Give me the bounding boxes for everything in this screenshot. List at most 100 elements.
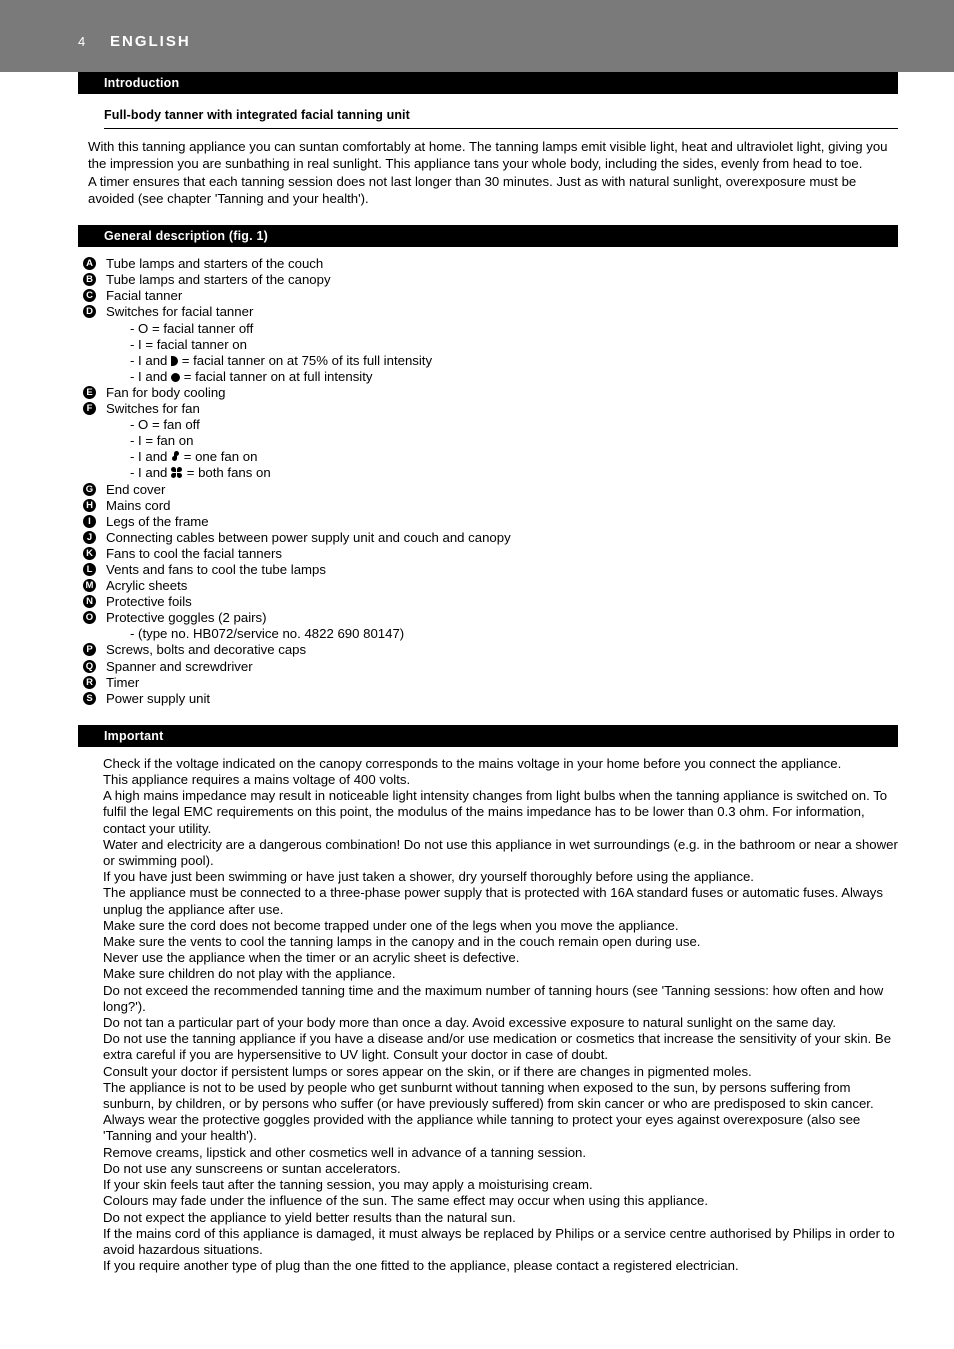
introduction-paragraph-2: A timer ensures that each tanning sessio… bbox=[88, 173, 857, 206]
list-item-label: Switches for fan bbox=[106, 401, 200, 417]
list-sub-item: - I = facial tanner on bbox=[78, 337, 898, 353]
list-sub-item: - O = facial tanner off bbox=[78, 321, 898, 337]
list-item: S Power supply unit bbox=[78, 691, 898, 707]
list-sub-item-text: - I and bbox=[130, 465, 172, 481]
list-item: I Legs of the frame bbox=[78, 514, 898, 530]
list-sub-item-text-tail: = facial tanner on at 75% of its full in… bbox=[178, 352, 433, 368]
list-bullet-letter: N bbox=[83, 595, 96, 609]
list-item: N Protective foils bbox=[78, 594, 898, 610]
introduction-divider bbox=[104, 128, 898, 129]
list-bullet-letter: S bbox=[83, 691, 96, 705]
list-bullet-letter: K bbox=[83, 546, 96, 560]
list-sub-item-text: - (type no. HB072/service no. 4822 690 8… bbox=[130, 626, 405, 642]
section-bar-important: Important bbox=[78, 724, 898, 747]
general-description-list: A Tube lamps and starters of the couch B Tu… bbox=[78, 256, 898, 707]
list-item-label: Facial tanner bbox=[106, 288, 183, 304]
section-bar-introduction: Introduction bbox=[78, 72, 898, 94]
important-item: Do not exceed the recommended tanning ti… bbox=[103, 982, 884, 1014]
list-bullet-letter: E bbox=[83, 385, 96, 399]
list-sub-item-text: - O = facial tanner off bbox=[130, 320, 254, 336]
important-item: Do not tan a particular part of your bod… bbox=[103, 1015, 837, 1031]
list-item: R Timer bbox=[78, 675, 898, 691]
list-item-label: Tube lamps and starters of the canopy bbox=[106, 272, 331, 288]
language-title: ENGLISH bbox=[110, 33, 191, 50]
list-item-label: Screws, bolts and decorative caps bbox=[106, 642, 307, 658]
page-content: Introduction Full-body tanner with integ… bbox=[0, 72, 954, 1274]
list-item-label: Fans to cool the facial tanners bbox=[106, 545, 282, 561]
list-sub-item: - O = fan off bbox=[78, 417, 898, 433]
introduction-paragraph-1: With this tanning appliance you can sunt… bbox=[88, 139, 888, 172]
list-item-label: Vents and fans to cool the tube lamps bbox=[106, 561, 326, 577]
list-item: F Switches for fan bbox=[78, 401, 898, 417]
list-item-label: Power supply unit bbox=[106, 690, 211, 706]
list-bullet-letter: M bbox=[83, 579, 96, 593]
list-sub-item: - I and = facial tanner on at full inten… bbox=[78, 369, 898, 385]
list-item: B Tube lamps and starters of the canopy bbox=[78, 272, 898, 288]
list-sub-item-text-tail: = both fans on bbox=[183, 465, 271, 481]
list-sub-item-text: - O = fan off bbox=[130, 417, 200, 433]
list-bullet-letter: I bbox=[83, 514, 96, 528]
important-item: A high mains impedance may result in not… bbox=[103, 788, 888, 836]
document-page: 4 ENGLISH Introduction Full-body tanner … bbox=[0, 0, 954, 1349]
list-sub-item-text: - I and bbox=[130, 449, 172, 465]
list-item: C Facial tanner bbox=[78, 288, 898, 304]
important-item: Do not use the tanning appliance if you … bbox=[103, 1031, 892, 1063]
list-item-label: Fan for body cooling bbox=[106, 384, 226, 400]
list-bullet-letter: P bbox=[83, 643, 96, 657]
list-item-label: Legs of the frame bbox=[106, 513, 209, 529]
list-item-label: Acrylic sheets bbox=[106, 578, 188, 594]
list-item: G End cover bbox=[78, 482, 898, 498]
important-list: Check if the voltage indicated on the ca… bbox=[78, 756, 898, 1275]
important-item: Check if the voltage indicated on the ca… bbox=[103, 755, 842, 771]
list-item-label: Protective goggles (2 pairs) bbox=[106, 610, 267, 626]
list-item: L Vents and fans to cool the tube lamps bbox=[78, 562, 898, 578]
list-sub-item: - I and = one fan on bbox=[78, 449, 898, 465]
important-item: Remove creams, lipstick and other cosmet… bbox=[103, 1144, 587, 1160]
important-item: The appliance must be connected to a thr… bbox=[103, 885, 883, 917]
list-item: J Connecting cables between power supply … bbox=[78, 530, 898, 546]
half-moon-icon bbox=[171, 355, 179, 366]
list-sub-item-text: - I = facial tanner on bbox=[130, 336, 247, 352]
important-item: Consult your doctor if persistent lumps … bbox=[103, 1063, 752, 1079]
list-item: O Protective goggles (2 pairs) bbox=[78, 610, 898, 626]
section-bar-general-description: General description (fig. 1) bbox=[78, 225, 898, 248]
list-item-label: Tube lamps and starters of the couch bbox=[106, 256, 324, 272]
page-header-band: 4 ENGLISH bbox=[0, 0, 954, 72]
important-item: If your skin feels taut after the tannin… bbox=[103, 1177, 593, 1193]
list-item-label: Timer bbox=[106, 674, 140, 690]
introduction-subheading: Full-body tanner with integrated facial … bbox=[104, 108, 410, 122]
list-bullet-letter: Q bbox=[83, 659, 96, 673]
list-item-label: Protective foils bbox=[106, 594, 192, 610]
list-bullet-letter: H bbox=[83, 498, 96, 512]
list-item: P Screws, bolts and decorative caps bbox=[78, 642, 898, 658]
list-bullet-letter: F bbox=[83, 402, 96, 416]
important-item: Make sure the cord does not become trapp… bbox=[103, 917, 679, 933]
important-item: The appliance is not to be used by peopl… bbox=[103, 1079, 874, 1112]
list-sub-item: - (type no. HB072/service no. 4822 690 8… bbox=[78, 626, 898, 642]
list-item: E Fan for body cooling bbox=[78, 385, 898, 401]
list-bullet-letter: L bbox=[83, 562, 96, 576]
list-bullet-letter: C bbox=[83, 289, 96, 303]
important-item: If you require another type of plug than… bbox=[103, 1258, 739, 1274]
important-item: Do not expect the appliance to yield bet… bbox=[103, 1209, 516, 1225]
one-fan-icon bbox=[171, 451, 180, 462]
list-item: A Tube lamps and starters of the couch bbox=[78, 256, 898, 272]
important-item: Make sure the vents to cool the tanning … bbox=[103, 934, 701, 950]
important-item: If you have just been swimming or have j… bbox=[103, 869, 754, 885]
full-circle-icon bbox=[171, 372, 181, 382]
list-sub-item-text: - I and bbox=[130, 368, 172, 384]
important-item: Make sure children do not play with the … bbox=[103, 966, 396, 982]
list-item-label: Switches for facial tanner bbox=[106, 304, 254, 320]
list-item-label: End cover bbox=[106, 481, 166, 497]
list-sub-item-text: - I and bbox=[130, 352, 172, 368]
list-sub-item: - I = fan on bbox=[78, 433, 898, 449]
list-item: H Mains cord bbox=[78, 498, 898, 514]
important-item: Do not use any sunscreens or suntan acce… bbox=[103, 1160, 401, 1176]
important-item: If the mains cord of this appliance is d… bbox=[103, 1225, 895, 1257]
important-item: Colours may fade under the influence of … bbox=[103, 1193, 709, 1209]
list-item-label: Connecting cables between power supply u… bbox=[106, 529, 511, 545]
important-item: Never use the appliance when the timer o… bbox=[103, 950, 520, 966]
list-bullet-letter: B bbox=[83, 273, 96, 287]
list-sub-item-text-tail: = one fan on bbox=[180, 449, 258, 465]
list-item-label: Mains cord bbox=[106, 497, 171, 513]
